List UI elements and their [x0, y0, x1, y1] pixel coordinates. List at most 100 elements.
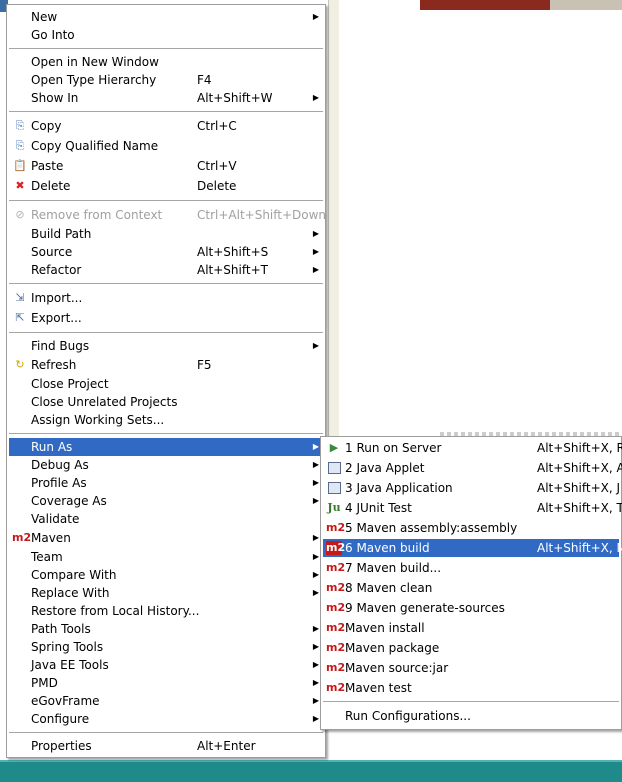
- menu-item-spring-tools[interactable]: Spring Tools ▶: [9, 638, 323, 656]
- menu-item-label: Replace With: [31, 586, 110, 600]
- menu-item-label: Close Project: [31, 377, 109, 391]
- menu-item-shortcut: Ctrl+V: [197, 159, 237, 173]
- menu-item-find-bugs[interactable]: Find Bugs ▶: [9, 337, 323, 355]
- menu-item-export[interactable]: ⇱ Export...: [9, 309, 323, 327]
- submenu-item-maven-source-jar[interactable]: m2 Maven source:jar: [323, 659, 619, 677]
- submenu-item-junit-test[interactable]: Ju 4 JUnit Test Alt+Shift+X, T: [323, 499, 622, 517]
- refresh-icon: ↻: [15, 358, 25, 371]
- menu-item-open-type-hierarchy[interactable]: Open Type Hierarchy F4: [9, 71, 323, 89]
- submenu-item-maven-build[interactable]: m2 6 Maven build Alt+Shift+X, M: [323, 539, 622, 557]
- menu-item-label: Maven package: [345, 641, 440, 655]
- submenu-item-maven-clean[interactable]: m2 8 Maven clean: [323, 579, 619, 597]
- menu-item-label: Properties: [31, 739, 92, 753]
- menu-item-java-ee-tools[interactable]: Java EE Tools ▶: [9, 656, 323, 674]
- menu-item-open-in-new-window[interactable]: Open in New Window: [9, 53, 323, 71]
- delete-icon: ✖: [15, 179, 25, 192]
- menu-item-maven[interactable]: m2 Maven ▶: [9, 529, 323, 547]
- menu-separator: [9, 732, 323, 734]
- submenu-arrow-icon: ▶: [312, 460, 319, 469]
- applet-icon: [326, 461, 342, 475]
- maven-icon: m2: [326, 681, 346, 694]
- menu-separator: [9, 200, 323, 202]
- menu-item-egovframe[interactable]: eGovFrame ▶: [9, 692, 323, 710]
- menu-item-coverage-as[interactable]: Coverage As ▶: [9, 492, 323, 510]
- submenu-item-run-configurations[interactable]: Run Configurations...: [323, 707, 619, 725]
- menu-item-shortcut: Alt+Shift+X, R: [537, 441, 622, 455]
- menu-item-label: Profile As: [31, 476, 87, 490]
- menu-item-configure[interactable]: Configure ▶: [9, 710, 323, 728]
- menu-separator: [9, 48, 323, 50]
- menu-item-compare-with[interactable]: Compare With ▶: [9, 566, 323, 584]
- menu-item-validate[interactable]: Validate: [9, 510, 323, 528]
- submenu-arrow-icon: ▶: [312, 341, 319, 350]
- context-menu: New ▶ Go Into Open in New Window Open Ty…: [6, 4, 326, 758]
- menu-item-build-path[interactable]: Build Path ▶: [9, 225, 323, 243]
- background-scrollbar[interactable]: [328, 0, 339, 440]
- menu-item-pmd[interactable]: PMD ▶: [9, 674, 323, 692]
- submenu-arrow-icon: ▶: [312, 533, 319, 542]
- copy-icon: ⎘: [15, 119, 25, 132]
- menu-item-show-in[interactable]: Show In Alt+Shift+W ▶: [9, 89, 323, 107]
- menu-item-label: 1 Run on Server: [345, 441, 442, 455]
- taskbar[interactable]: [0, 760, 622, 782]
- submenu-item-maven-build-dialog[interactable]: m2 7 Maven build...: [323, 559, 619, 577]
- menu-item-shortcut: Delete: [197, 179, 237, 193]
- menu-item-delete[interactable]: ✖ Delete Delete: [9, 177, 323, 195]
- menu-item-label: Maven: [31, 531, 71, 545]
- menu-item-close-unrelated-projects[interactable]: Close Unrelated Projects: [9, 393, 323, 411]
- menu-item-new[interactable]: New ▶: [9, 8, 323, 26]
- menu-item-paste[interactable]: 📋 Paste Ctrl+V: [9, 157, 323, 175]
- menu-item-replace-with[interactable]: Replace With ▶: [9, 584, 323, 602]
- menu-item-shortcut: F5: [197, 358, 212, 372]
- menu-item-label: Delete: [31, 179, 71, 193]
- menu-item-shortcut: Alt+Enter: [197, 739, 256, 753]
- menu-item-close-project[interactable]: Close Project: [9, 375, 323, 393]
- menu-item-source[interactable]: Source Alt+Shift+S ▶: [9, 243, 323, 261]
- menu-item-label: Remove from Context: [31, 208, 163, 222]
- copy-qualified-icon: ⎘: [15, 139, 25, 152]
- submenu-item-maven-generate-sources[interactable]: m2 9 Maven generate-sources: [323, 599, 619, 617]
- menu-item-shortcut: Ctrl+C: [197, 119, 237, 133]
- menu-item-label: eGovFrame: [31, 694, 100, 708]
- menu-item-label: Copy Qualified Name: [31, 139, 159, 153]
- submenu-arrow-icon: ▶: [312, 660, 319, 669]
- menu-item-label: Debug As: [31, 458, 89, 472]
- menu-item-label: PMD: [31, 676, 58, 690]
- menu-item-go-into[interactable]: Go Into: [9, 26, 323, 44]
- menu-item-refresh[interactable]: ↻ Refresh F5: [9, 356, 323, 374]
- submenu-item-maven-test[interactable]: m2 Maven test: [323, 679, 619, 697]
- submenu-item-maven-assembly[interactable]: m2 5 Maven assembly:assembly: [323, 519, 619, 537]
- menu-item-label: 5 Maven assembly:assembly: [345, 521, 518, 535]
- submenu-item-maven-install[interactable]: m2 Maven install: [323, 619, 619, 637]
- menu-item-refactor[interactable]: Refactor Alt+Shift+T ▶: [9, 261, 323, 279]
- submenu-arrow-icon: ▶: [312, 478, 319, 487]
- export-icon: ⇱: [15, 311, 25, 324]
- menu-item-label: Export...: [31, 311, 82, 325]
- background-image-2: [550, 0, 622, 10]
- menu-item-label: Assign Working Sets...: [31, 413, 165, 427]
- menu-item-profile-as[interactable]: Profile As ▶: [9, 474, 323, 492]
- remove-context-icon: ⊘: [15, 208, 25, 221]
- submenu-item-java-application[interactable]: 3 Java Application Alt+Shift+X, J: [323, 479, 620, 497]
- menu-item-label: 7 Maven build...: [345, 561, 442, 575]
- submenu-arrow-icon: ▶: [312, 642, 319, 651]
- menu-item-label: Coverage As: [31, 494, 107, 508]
- menu-item-run-as[interactable]: Run As ▶: [9, 438, 323, 456]
- maven-icon: m2: [326, 641, 346, 654]
- menu-item-shortcut: Alt+Shift+X, M: [537, 541, 622, 555]
- menu-item-team[interactable]: Team ▶: [9, 548, 323, 566]
- submenu-item-java-applet[interactable]: 2 Java Applet Alt+Shift+X, A: [323, 459, 622, 477]
- menu-item-assign-working-sets[interactable]: Assign Working Sets...: [9, 411, 323, 429]
- menu-item-import[interactable]: ⇲ Import...: [9, 289, 323, 307]
- submenu-item-maven-package[interactable]: m2 Maven package: [323, 639, 619, 657]
- menu-item-debug-as[interactable]: Debug As ▶: [9, 456, 323, 474]
- menu-item-copy[interactable]: ⎘ Copy Ctrl+C: [9, 117, 323, 135]
- maven-icon: m2: [326, 541, 346, 555]
- menu-item-properties[interactable]: Properties Alt+Enter: [9, 737, 323, 755]
- menu-item-copy-qualified-name[interactable]: ⎘ Copy Qualified Name: [9, 137, 323, 155]
- submenu-item-run-on-server[interactable]: ▶ 1 Run on Server Alt+Shift+X, R: [323, 439, 622, 457]
- menu-item-path-tools[interactable]: Path Tools ▶: [9, 620, 323, 638]
- menu-item-restore-from-local-history[interactable]: Restore from Local History...: [9, 602, 323, 620]
- import-icon: ⇲: [15, 291, 25, 304]
- submenu-arrow-icon: ▶: [312, 265, 319, 274]
